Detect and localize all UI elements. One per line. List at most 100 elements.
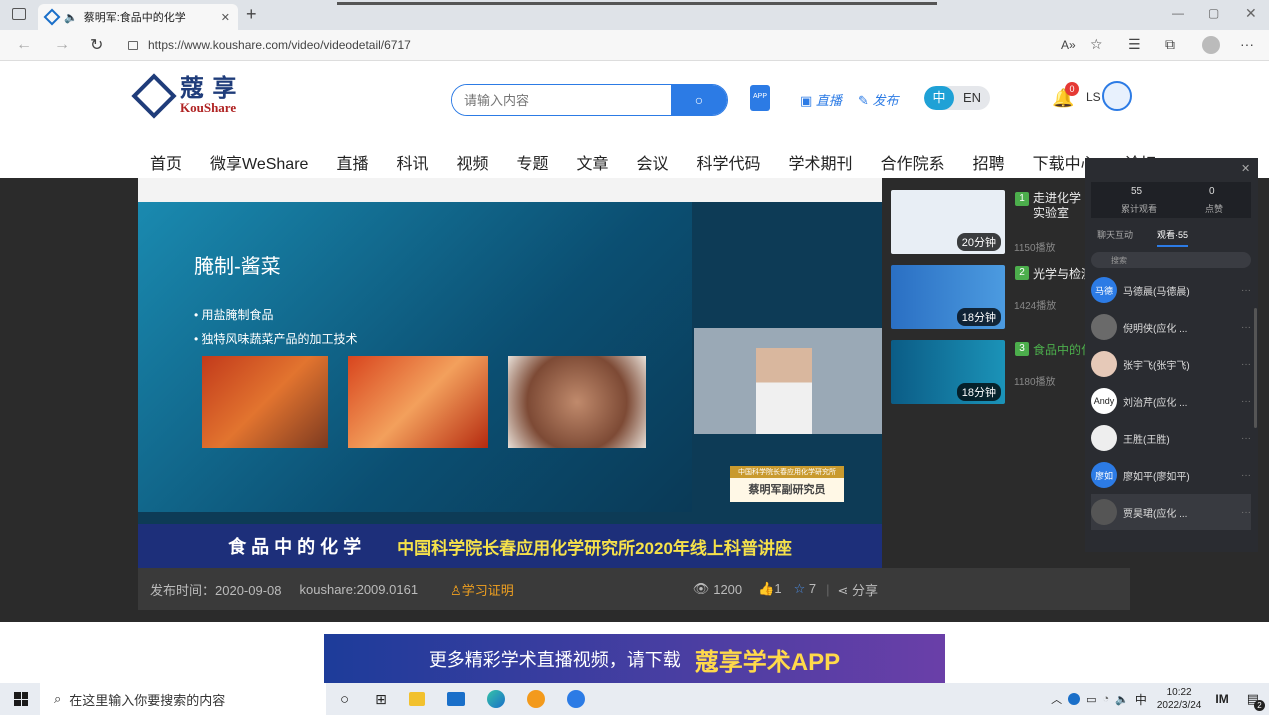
viewer-item[interactable]: Andy 刘治芹(应化 ... ··· (1091, 383, 1251, 419)
panel-scrollbar[interactable] (1254, 308, 1257, 428)
promo-app: 蔻享学术APP (694, 648, 841, 676)
close-panel-icon[interactable]: ✕ (1241, 162, 1250, 175)
language-switch[interactable]: 中 EN (924, 86, 990, 110)
like-button[interactable]: 👍1 (758, 581, 781, 597)
viewer-more-icon[interactable]: ··· (1241, 396, 1251, 407)
rec-plays-3: 1180播放 (1014, 377, 1056, 388)
nav-partners[interactable]: 合作院系 (881, 150, 945, 174)
tab-chat[interactable]: 聊天互动 (1097, 228, 1133, 241)
viewer-item[interactable]: 廖如 廖如平(廖如平) ··· (1091, 457, 1251, 493)
app-orange-icon[interactable] (526, 690, 545, 708)
viewer-more-icon[interactable]: ··· (1241, 433, 1251, 444)
viewer-item[interactable]: 王胜(王胜) ··· (1091, 420, 1251, 456)
file-explorer-icon[interactable] (408, 692, 425, 706)
forward-icon[interactable]: → (54, 36, 70, 54)
nav-home[interactable]: 首页 (150, 150, 182, 174)
network-icon[interactable]: ◔ (1102, 693, 1109, 705)
logo-en: KouShare (180, 100, 237, 115)
audio-icon[interactable]: 🔈 (64, 11, 78, 24)
slide-bullet-2: • 独特风味蔬菜产品的加工技术 (194, 332, 358, 346)
browser-tab[interactable]: 🔈 蔡明军:食品中的化学 ✕ (38, 4, 238, 30)
tray-app-icon[interactable] (1068, 693, 1081, 705)
share-button[interactable]: ⋖ 分享 (837, 580, 878, 599)
lang-cn[interactable]: 中 (924, 86, 954, 110)
publish-button[interactable]: ✎ 发布 (858, 90, 899, 109)
viewer-more-icon[interactable]: ··· (1241, 359, 1251, 370)
viewer-item[interactable]: 倪明侠(应化 ... ··· (1091, 309, 1251, 345)
certificate-link[interactable]: ♙学习证明 (450, 580, 514, 599)
nav-video[interactable]: 视频 (456, 150, 488, 174)
profile-avatar[interactable] (1202, 36, 1220, 54)
back-icon[interactable]: ← (16, 36, 32, 54)
address-bar[interactable]: https://www.koushare.com/video/videodeta… (128, 34, 1054, 56)
nav-science-code[interactable]: 科学代码 (697, 150, 761, 174)
lecture-banner: 食 品 中 的 化 学 中国科学院长春应用化学研究所2020年线上科普讲座 (138, 524, 882, 568)
viewer-more-icon[interactable]: ··· (1241, 322, 1251, 333)
food-image-pickles (202, 356, 328, 448)
favorite-button[interactable]: ☆ 7 (794, 581, 817, 597)
search-button[interactable]: ○ (671, 85, 727, 115)
video-player[interactable]: 腌制-酱菜 • 用盐腌制食品 • 独特风味蔬菜产品的加工技术 中国科学院长春应用… (138, 178, 882, 568)
nav-journals[interactable]: 学术期刊 (789, 150, 853, 174)
rec-title-3[interactable]: 食品中的化学 (1033, 341, 1087, 358)
nav-jobs[interactable]: 招聘 (973, 150, 1005, 174)
viewer-item[interactable]: 张宇飞(张宇飞) ··· (1091, 346, 1251, 382)
rec-thumb-1[interactable]: 20分钟 (891, 190, 1005, 254)
close-tab-icon[interactable]: ✕ (221, 11, 230, 24)
nav-articles[interactable]: 文章 (577, 150, 609, 174)
favorite-add-icon[interactable]: ☆ (1090, 36, 1103, 53)
viewer-more-icon[interactable]: ··· (1241, 507, 1251, 518)
notification-center-icon[interactable]: ▤ 2 (1247, 691, 1265, 711)
ime-indicator[interactable]: 中 (1135, 691, 1147, 708)
volume-icon[interactable]: 🔈 (1115, 693, 1129, 706)
tray-expand-icon[interactable]: ︿ (1051, 691, 1062, 707)
viewer-item[interactable]: 贾昊珺(应化 ... ··· (1091, 494, 1251, 530)
edge-icon[interactable] (486, 690, 505, 708)
rec-num-1: 1 (1015, 192, 1029, 206)
close-window-button[interactable]: ✕ (1245, 5, 1257, 22)
site-logo[interactable]: 蔻 享 KouShare (131, 73, 237, 119)
taskbar-search[interactable]: ⌕ 在这里输入你要搜索的内容 (40, 683, 326, 715)
favorites-icon[interactable]: ☰ (1128, 36, 1141, 53)
user-initials[interactable]: LS (1086, 90, 1101, 104)
new-tab-button[interactable]: + (246, 4, 257, 25)
live-button[interactable]: ▣ 直播 (800, 90, 842, 109)
tab-actions-icon[interactable] (12, 8, 26, 20)
viewer-more-icon[interactable]: ··· (1241, 470, 1251, 481)
nav-live[interactable]: 直播 (336, 150, 368, 174)
read-aloud-icon[interactable]: A» (1061, 38, 1076, 52)
meet-icon[interactable]: IM (1215, 692, 1228, 706)
app-download-button[interactable]: APP (750, 85, 770, 111)
collections-icon[interactable]: ⧉ (1165, 36, 1175, 53)
rec-thumb-2[interactable]: 18分钟 (891, 265, 1005, 329)
maximize-button[interactable]: ▢ (1208, 6, 1219, 20)
task-view-icon[interactable]: ⊞ (375, 691, 387, 708)
tab-title: 蔡明军:食品中的化学 (83, 12, 186, 24)
panel-search-field[interactable]: 搜索 (1091, 252, 1251, 268)
windows-start-icon[interactable] (14, 692, 28, 706)
nav-topics[interactable]: 专题 (516, 150, 548, 174)
video-code: koushare:2009.0161 (299, 581, 419, 597)
lang-en[interactable]: EN (954, 86, 990, 110)
taskbar-clock[interactable]: 10:22 2022/3/24 (1157, 686, 1202, 712)
nav-news[interactable]: 科讯 (396, 150, 428, 174)
viewer-more-icon[interactable]: ··· (1241, 285, 1251, 296)
site-search-input[interactable] (452, 85, 671, 115)
app-promo-banner[interactable]: 更多精彩学术直播视频，请下载 蔻享学术APP (324, 634, 945, 684)
minimize-button[interactable]: — (1172, 6, 1184, 20)
nav-weshare[interactable]: 微享WeShare (210, 150, 308, 174)
rec-title-1[interactable]: 走进化学实验室 (1033, 191, 1087, 221)
viewer-item[interactable]: 马德 马德晨(马德晨) ··· (1091, 272, 1251, 308)
cortana-icon[interactable]: ○ (340, 691, 349, 708)
user-avatar-icon[interactable] (1102, 81, 1132, 111)
nav-meetings[interactable]: 会议 (637, 150, 669, 174)
mail-icon[interactable] (446, 692, 465, 706)
battery-icon[interactable]: ▭ (1086, 693, 1096, 706)
app-blue-icon[interactable] (566, 690, 585, 708)
rec-thumb-3[interactable]: 18分钟 (891, 340, 1005, 404)
more-menu-icon[interactable]: ··· (1240, 36, 1254, 52)
refresh-icon[interactable]: ↻ (90, 35, 103, 55)
viewer-name: 廖如平(廖如平) (1123, 471, 1190, 483)
tab-watch[interactable]: 观看·55 (1157, 228, 1189, 247)
rec-title-2[interactable]: 光学与检测 (1033, 265, 1087, 282)
